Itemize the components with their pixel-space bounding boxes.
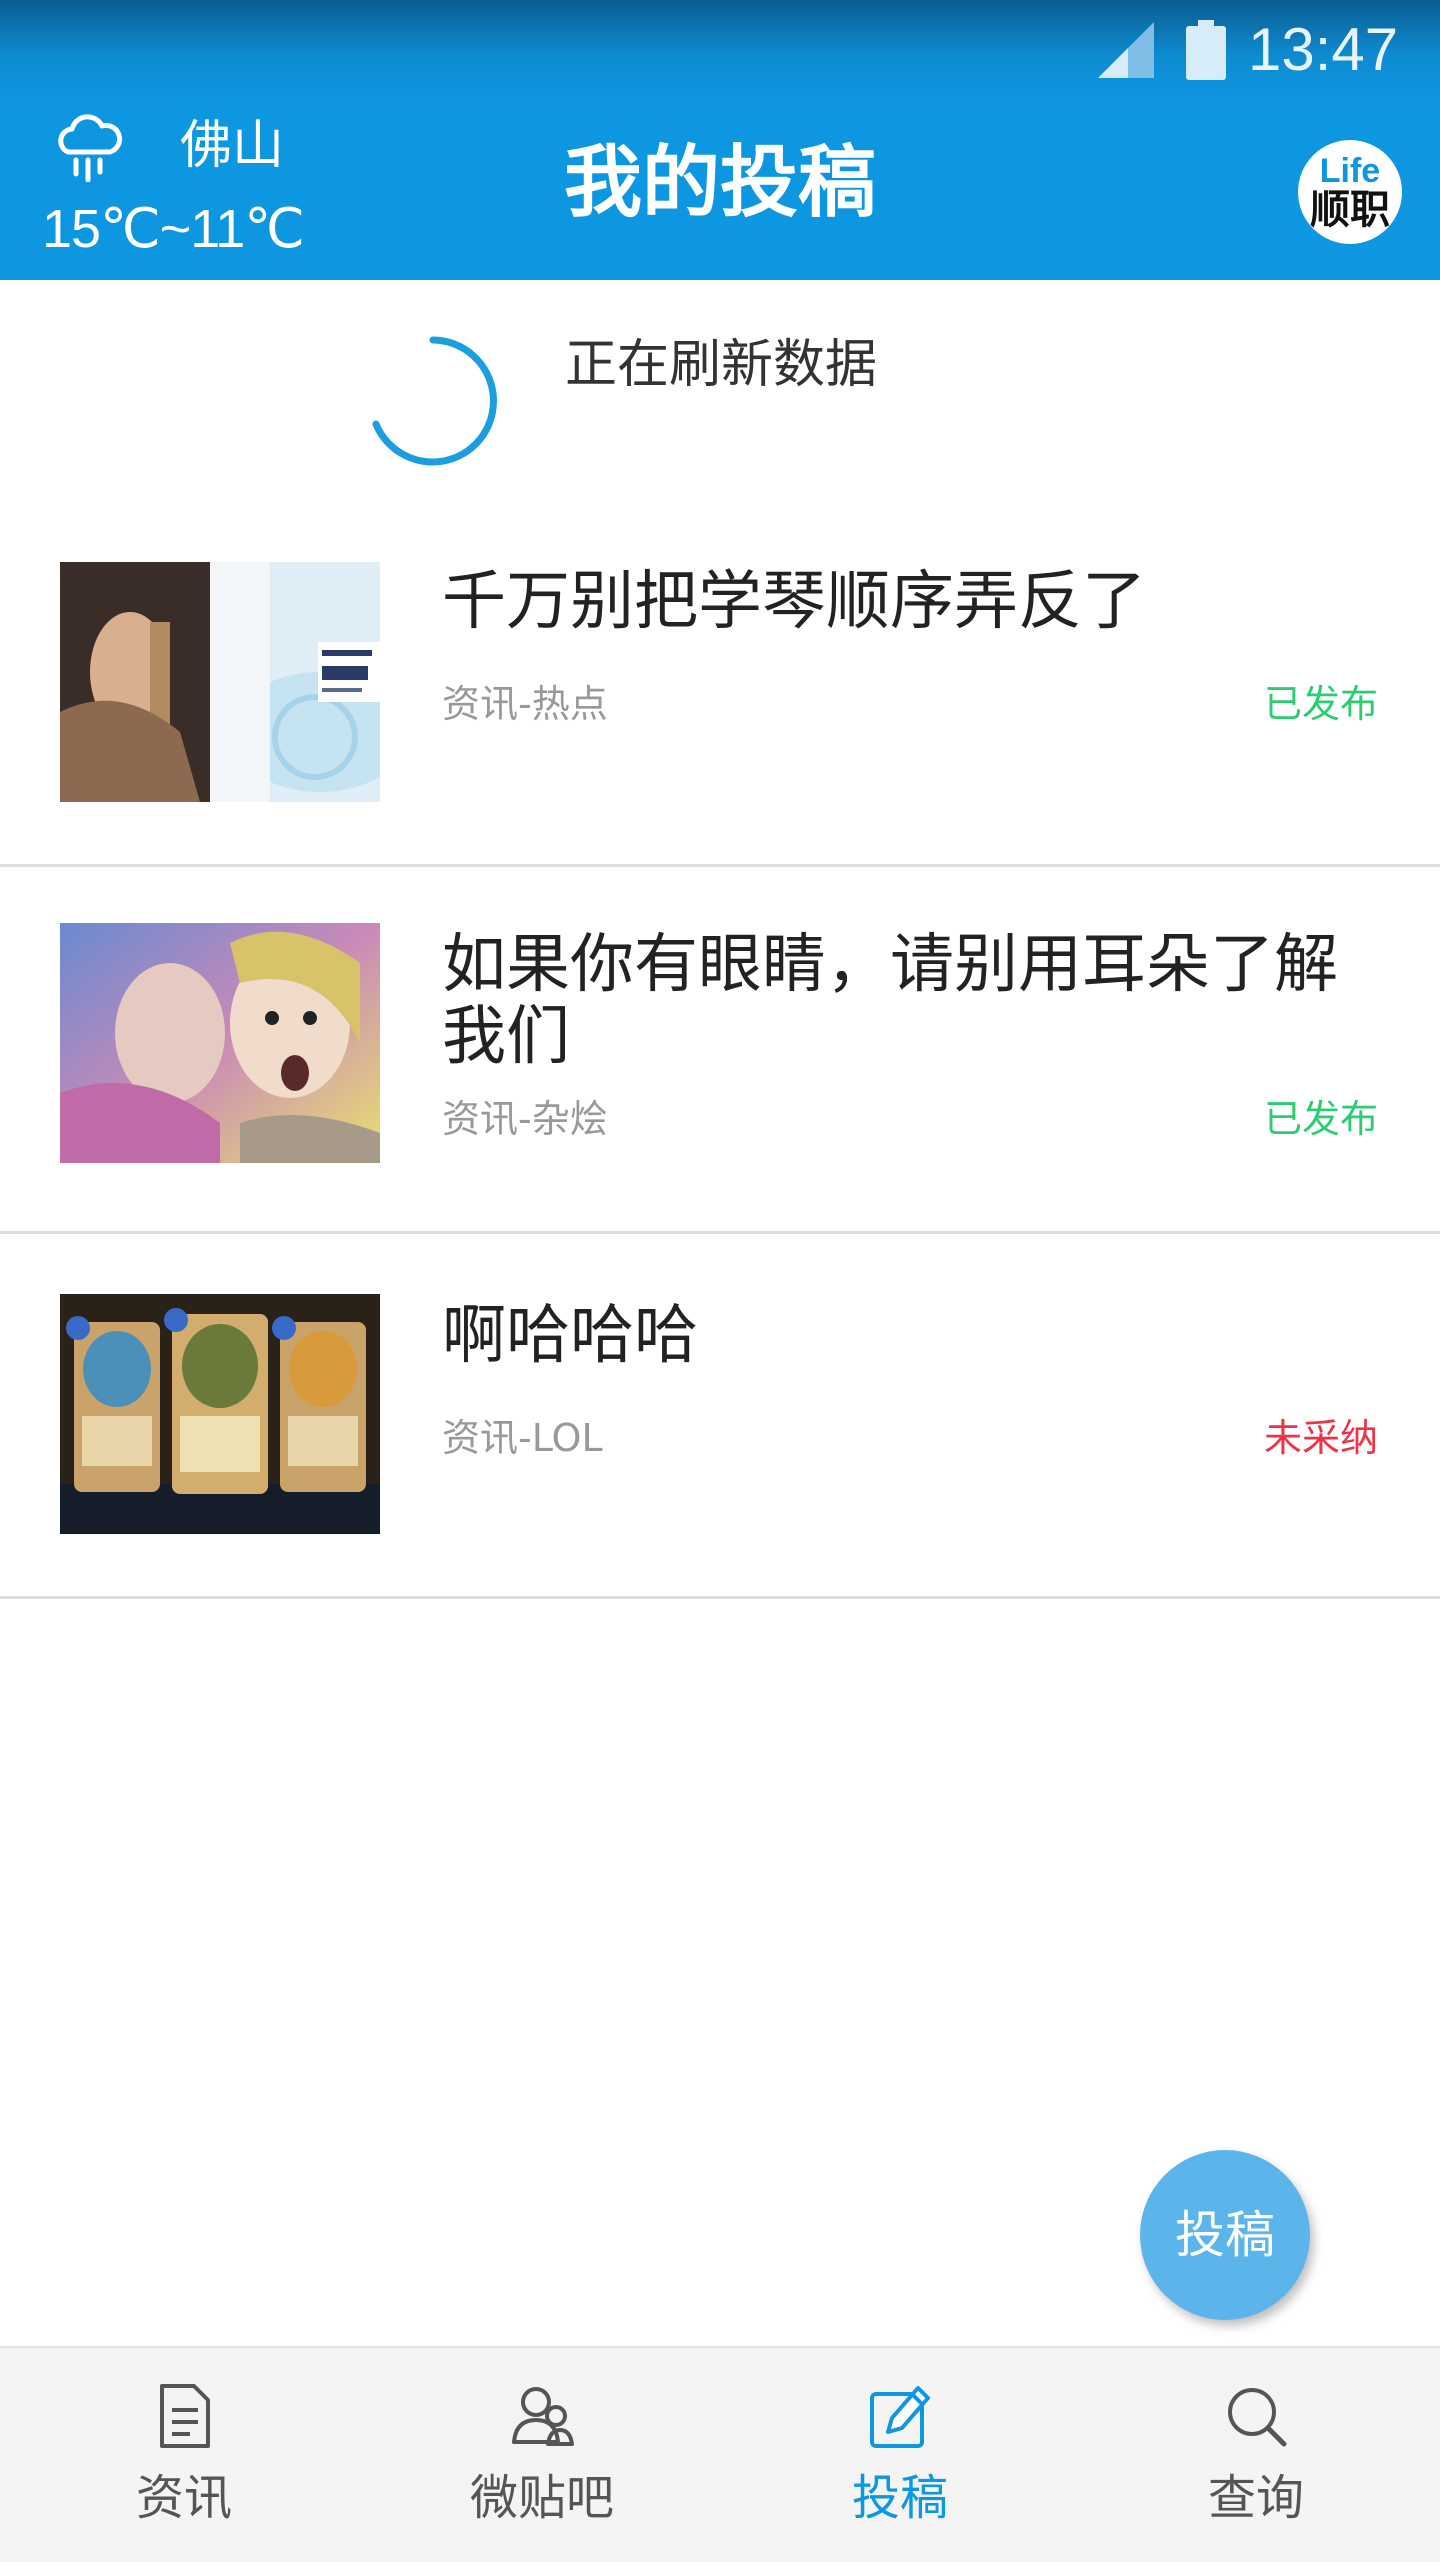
item-status-badge: 已发布 xyxy=(1263,1097,1378,1141)
list-item[interactable]: 啊哈哈哈 资讯-LOL 未采纳 xyxy=(0,1234,1440,1599)
page-title: 我的投稿 xyxy=(563,138,876,228)
nav-item-news[interactable]: 资讯 xyxy=(4,2348,364,2562)
nav-item-forum[interactable]: 微贴吧 xyxy=(362,2348,722,2562)
nav-item-submit[interactable]: 投稿 xyxy=(720,2348,1080,2562)
signal-icon xyxy=(1098,22,1154,78)
battery-icon xyxy=(1186,20,1226,80)
item-category: 资讯-杂烩 xyxy=(442,1097,608,1141)
nav-label: 微贴吧 xyxy=(469,2470,614,2526)
logo-text-brand: 顺职 xyxy=(1310,187,1390,233)
thumbnail-image xyxy=(60,1294,380,1534)
thumbnail-image xyxy=(60,562,380,802)
app-logo[interactable]: Life 顺职 xyxy=(1298,140,1402,244)
logo-text-life: Life xyxy=(1319,152,1381,190)
list-item[interactable]: 如果你有眼睛，请别用耳朵了解我们 资讯-杂烩 已发布 xyxy=(0,867,1440,1234)
nav-item-search[interactable]: 查询 xyxy=(1076,2348,1436,2562)
thumbnail-image xyxy=(60,923,380,1163)
bottom-nav: 资讯 微贴吧 投稿 查询 xyxy=(0,2346,1440,2562)
item-title: 啊哈哈哈 xyxy=(442,1299,698,1373)
document-icon xyxy=(160,2384,210,2448)
status-time: 13:47 xyxy=(1248,16,1399,83)
submit-post-button[interactable]: 投稿 xyxy=(1140,2150,1310,2320)
list-item[interactable]: 千万别把学琴顺序弄反了 资讯-热点 已发布 xyxy=(0,520,1440,867)
item-status-badge: 未采纳 xyxy=(1263,1416,1378,1460)
search-icon xyxy=(1228,2388,1287,2447)
item-title: 如果你有眼睛，请别用耳朵了解我们 xyxy=(442,928,1338,1074)
refresh-status-text: 正在刷新数据 xyxy=(565,335,878,395)
nav-label: 资讯 xyxy=(135,2470,232,2526)
users-icon xyxy=(512,2387,574,2446)
item-category: 资讯-LOL xyxy=(442,1416,603,1460)
item-title: 千万别把学琴顺序弄反了 xyxy=(442,565,1146,639)
nav-label: 投稿 xyxy=(851,2470,948,2526)
edit-icon xyxy=(870,2386,930,2448)
item-status-badge: 已发布 xyxy=(1263,682,1378,726)
status-bar: 13:47 xyxy=(0,0,1440,100)
loading-spinner-icon xyxy=(372,336,497,466)
nav-label: 查询 xyxy=(1207,2470,1304,2526)
item-category: 资讯-热点 xyxy=(442,682,608,726)
